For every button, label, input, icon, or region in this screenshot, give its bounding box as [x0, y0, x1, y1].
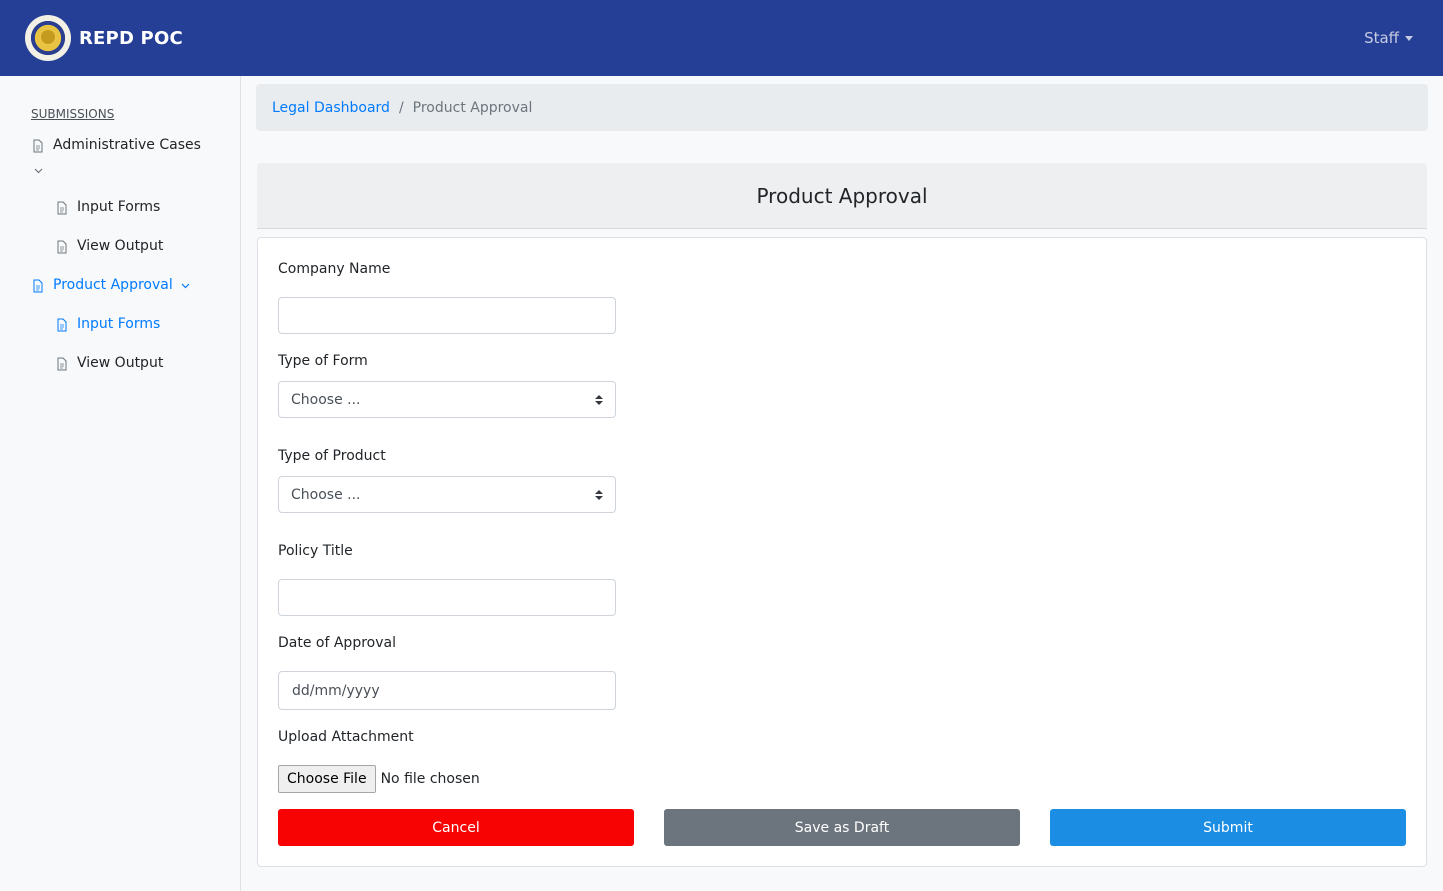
sidebar-item-admin-input-forms[interactable]: Input Forms [55, 199, 160, 215]
upload-attachment-label: Upload Attachment [278, 729, 414, 745]
select-arrows-icon [595, 489, 603, 500]
type-of-form-label: Type of Form [278, 353, 368, 369]
type-of-form-selected: Choose ... [291, 391, 361, 408]
choose-file-button[interactable]: Choose File [278, 765, 376, 793]
caret-down-icon [1405, 35, 1413, 41]
chevron-down-icon[interactable] [34, 166, 43, 175]
date-of-approval-input[interactable]: dd/mm/yyyy [278, 671, 616, 710]
type-of-product-label: Type of Product [278, 448, 386, 464]
sidebar-item-administrative-cases[interactable]: Administrative Cases [31, 137, 201, 153]
breadcrumb-link-legal-dashboard[interactable]: Legal Dashboard [272, 100, 390, 116]
company-name-input[interactable] [278, 297, 616, 334]
file-upload: Choose File No file chosen [278, 765, 480, 793]
form-title: Product Approval [257, 163, 1427, 229]
sidebar-item-product-view-output[interactable]: View Output [55, 355, 163, 371]
sidebar-heading: SUBMISSIONS [31, 107, 115, 121]
sidebar-item-label: Input Forms [77, 316, 161, 332]
seal-logo [25, 15, 71, 61]
user-menu-label: Staff [1364, 29, 1399, 47]
save-as-draft-button[interactable]: Save as Draft [664, 809, 1020, 846]
breadcrumb-separator: / [398, 99, 404, 116]
document-icon [57, 357, 67, 371]
document-icon [33, 139, 43, 153]
sidebar-item-admin-view-output[interactable]: View Output [55, 238, 163, 254]
date-of-approval-label: Date of Approval [278, 635, 396, 651]
document-icon [57, 201, 67, 215]
sidebar-item-label: Administrative Cases [53, 137, 201, 153]
type-of-product-selected: Choose ... [291, 486, 361, 503]
sidebar-item-product-approval[interactable]: Product Approval [31, 277, 190, 293]
sidebar: SUBMISSIONS Administrative Cases Input F… [0, 76, 241, 891]
sidebar-item-product-input-forms[interactable]: Input Forms [55, 316, 160, 332]
brand[interactable]: REPD POC [25, 15, 183, 61]
user-menu-dropdown[interactable]: Staff [1364, 29, 1413, 47]
policy-title-label: Policy Title [278, 543, 353, 559]
document-icon [57, 240, 67, 254]
product-approval-form: Company Name Type of Form Choose ... Typ… [257, 237, 1427, 867]
date-placeholder: dd/mm/yyyy [292, 682, 380, 699]
company-name-label: Company Name [278, 261, 391, 277]
select-arrows-icon [595, 394, 603, 405]
sidebar-item-label: View Output [77, 238, 164, 254]
type-of-product-select[interactable]: Choose ... [278, 476, 616, 513]
brand-name[interactable]: REPD POC [79, 28, 183, 49]
submit-button[interactable]: Submit [1050, 809, 1406, 846]
file-status: No file chosen [380, 771, 480, 787]
sidebar-item-label: Input Forms [77, 199, 161, 215]
document-icon [33, 279, 43, 293]
top-navbar: REPD POC Staff [0, 0, 1443, 76]
type-of-form-select[interactable]: Choose ... [278, 381, 616, 418]
chevron-down-icon [181, 283, 190, 289]
document-icon [57, 318, 67, 332]
policy-title-input[interactable] [278, 579, 616, 616]
breadcrumb-current: Product Approval [412, 99, 533, 116]
sidebar-item-label: View Output [77, 355, 164, 371]
cancel-button[interactable]: Cancel [278, 809, 634, 846]
sidebar-item-label: Product Approval [53, 277, 173, 293]
breadcrumb: Legal Dashboard / Product Approval [256, 84, 1428, 131]
